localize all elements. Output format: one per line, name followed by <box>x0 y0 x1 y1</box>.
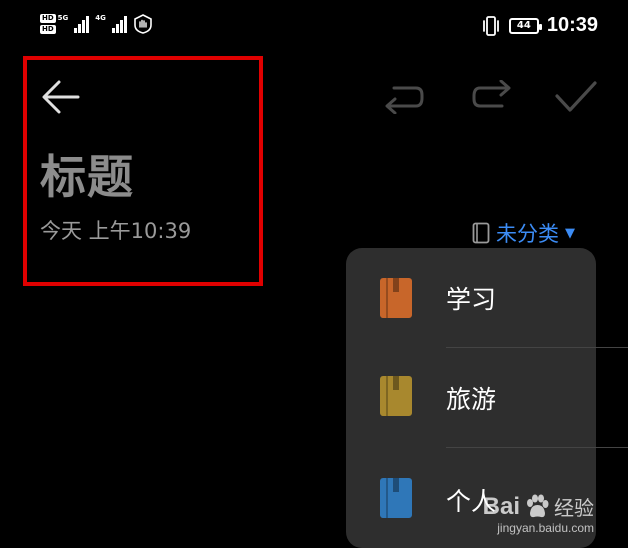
redo-icon[interactable] <box>470 80 512 114</box>
dropdown-item-label: 学习 <box>446 285 497 314</box>
watermark-brand: Bai <box>482 492 520 520</box>
notebook-gold-icon <box>380 376 412 416</box>
highlight-box <box>23 56 263 286</box>
battery-level: 44 <box>516 20 531 31</box>
watermark-suffix: 经验 <box>554 496 594 520</box>
signal-strength-icon <box>74 15 90 33</box>
checkmark-icon[interactable] <box>554 78 598 116</box>
notebook-blue-icon <box>380 478 412 518</box>
hand-shield-icon <box>134 14 152 34</box>
hd-badge: HD <box>40 14 56 23</box>
network-4g-label: 4G <box>95 14 106 22</box>
caret-down-icon: ▼ <box>565 225 575 241</box>
hd-badge-2: HD <box>40 25 56 34</box>
network-5g-label: 5G <box>57 14 69 22</box>
category-selected-label: 未分类 <box>496 222 559 246</box>
signal-strength-icon-2 <box>111 15 127 33</box>
paw-icon <box>527 494 549 517</box>
status-bar-right: 44 10:39 <box>481 14 598 37</box>
dropdown-item-label: 旅游 <box>446 385 497 414</box>
dropdown-item-travel[interactable]: 旅游 <box>346 348 596 448</box>
dropdown-item-study[interactable]: 学习 <box>346 248 596 348</box>
battery-icon: 44 <box>508 17 542 34</box>
undo-icon[interactable] <box>384 80 426 114</box>
notebook-orange-icon <box>380 278 412 318</box>
category-selector-button[interactable]: 未分类 ▼ <box>472 218 575 248</box>
watermark-url: jingyan.baidu.com <box>497 521 594 535</box>
signal-labels: HD 5G HD <box>40 14 68 34</box>
notebook-icon <box>472 222 490 244</box>
baidu-jingyan-watermark: Bai 经验 jingyan.baidu.com <box>482 492 594 536</box>
status-time: 10:39 <box>546 14 598 36</box>
status-bar-left: HD 5G HD 4G <box>40 14 153 34</box>
vibrate-icon <box>482 15 499 36</box>
